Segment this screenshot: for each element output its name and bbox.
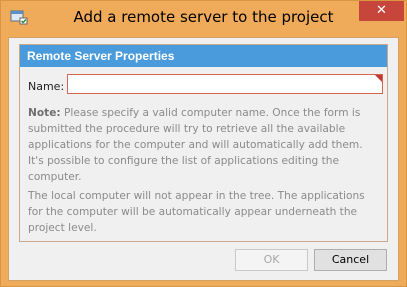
title-bar[interactable]: Add a remote server to the project ✕ [1, 1, 406, 36]
name-input[interactable] [67, 74, 383, 94]
app-window-icon [10, 8, 28, 26]
close-button[interactable]: ✕ [359, 1, 404, 21]
note-body: Please specify a valid computer name. On… [28, 107, 363, 183]
validation-error-icon [375, 75, 382, 82]
cancel-button[interactable]: Cancel [314, 249, 387, 271]
info-text: The local computer will not appear in th… [28, 190, 365, 234]
remote-server-properties-group: Remote Server Properties Name: Note: Ple… [19, 44, 388, 242]
name-label: Name: [28, 80, 65, 93]
window-title: Add a remote server to the project [73, 8, 334, 26]
note-text: Note: Please specify a valid computer na… [28, 105, 380, 185]
note-prefix: Note: [28, 107, 61, 119]
dialog-window: Add a remote server to the project ✕ Rem… [0, 0, 407, 287]
group-header: Remote Server Properties [20, 45, 387, 67]
dialog-client-area: Remote Server Properties Name: Note: Ple… [8, 37, 399, 281]
ok-button[interactable]: OK [235, 249, 308, 271]
close-icon: ✕ [376, 3, 387, 18]
